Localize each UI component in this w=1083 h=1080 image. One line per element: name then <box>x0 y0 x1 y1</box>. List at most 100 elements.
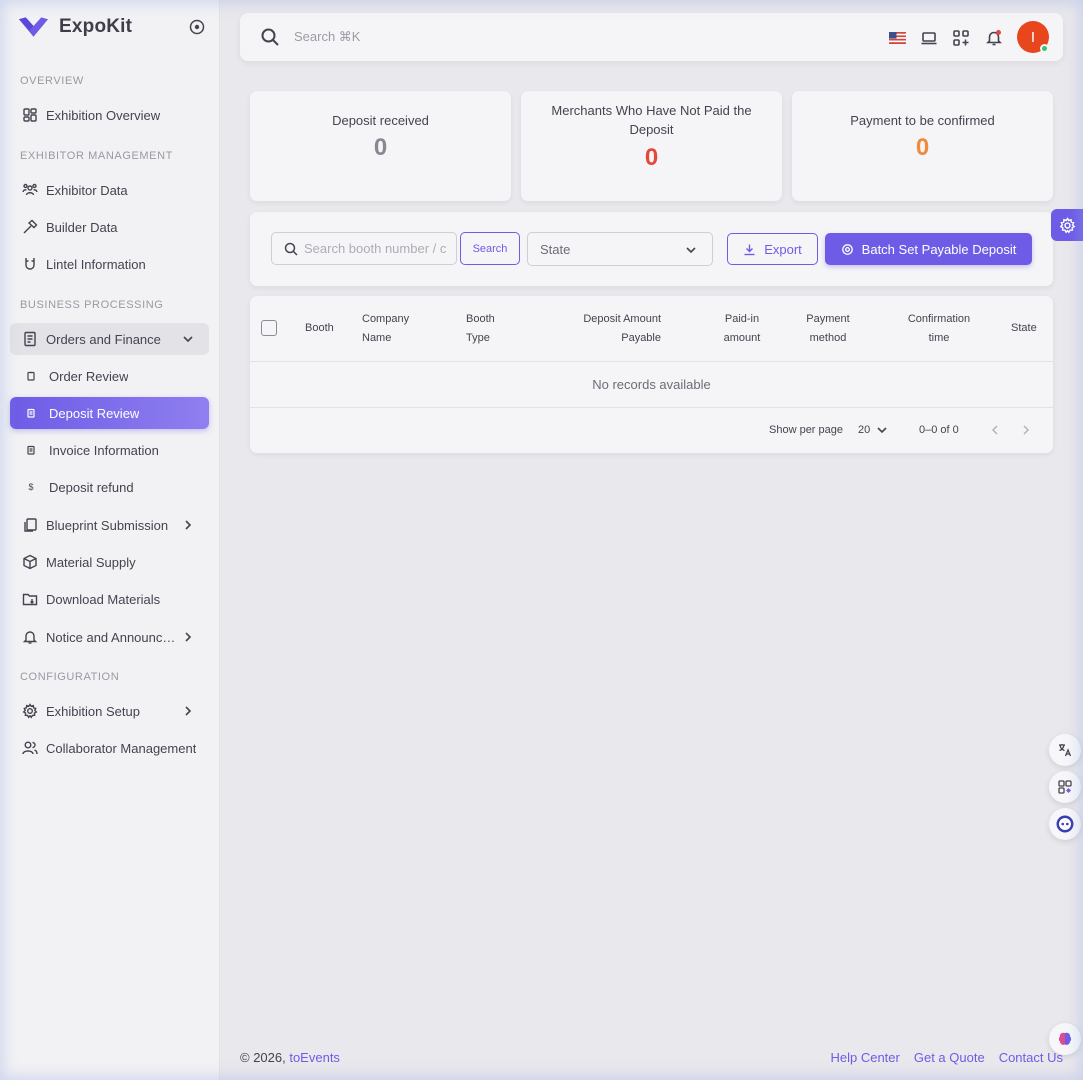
contact-us-link[interactable]: Contact Us <box>999 1050 1063 1065</box>
sidebar-item-label: Download Materials <box>46 591 161 607</box>
laptop-theme-icon[interactable] <box>920 29 938 47</box>
header-line: Paid-in <box>724 313 760 325</box>
brain-icon <box>1058 1032 1072 1045</box>
chevron-right-icon[interactable] <box>1018 422 1034 438</box>
rows-per-page-label: Show per page <box>769 424 843 436</box>
translate-button[interactable] <box>1049 734 1081 766</box>
search-button[interactable]: Search <box>460 232 520 265</box>
package-icon <box>22 554 38 570</box>
footer-links: Help Center Get a Quote Contact Us <box>830 1050 1063 1065</box>
sidebar-item-collaborator-management[interactable]: Collaborator Management <box>10 732 209 764</box>
batch-set-deposit-label: Batch Set Payable Deposit <box>861 241 1017 257</box>
booth-search-field[interactable] <box>271 232 457 265</box>
state-select[interactable]: State <box>527 232 713 266</box>
dashboard-icon <box>22 107 38 123</box>
section-label-business-processing: BUSINESS PROCESSING <box>20 299 164 311</box>
section-label-overview: OVERVIEW <box>20 75 84 87</box>
column-header-confirmation-time[interactable]: Confirmation time <box>898 310 980 348</box>
stat-value: 0 <box>373 134 388 161</box>
chevron-right-icon <box>185 520 192 530</box>
column-header-payment-method[interactable]: Payment method <box>798 310 858 348</box>
chevron-left-icon[interactable] <box>987 422 1003 438</box>
company-link[interactable]: toEvents <box>289 1050 340 1065</box>
brand-logo-icon <box>18 17 49 37</box>
chevron-right-icon <box>185 706 192 716</box>
sidebar-item-label: Deposit refund <box>49 479 134 495</box>
select-all-checkbox[interactable] <box>261 320 277 336</box>
header-line: Payment <box>806 313 850 325</box>
stat-card-payment-to-confirm: Payment to be confirmed 0 <box>792 91 1053 201</box>
header-line: Deposit Amount <box>583 313 661 325</box>
search-icon[interactable] <box>260 27 280 47</box>
gear-icon <box>22 703 38 719</box>
sidebar-item-material-supply[interactable]: Material Supply <box>10 546 209 578</box>
sidebar-item-label: Collaborator Management <box>46 740 197 756</box>
clipboard-icon <box>26 371 36 381</box>
sidebar-item-builder-data[interactable]: Builder Data <box>10 211 209 243</box>
sidebar-item-exhibition-setup[interactable]: Exhibition Setup <box>10 695 209 727</box>
apps-grid-icon[interactable] <box>952 29 970 47</box>
chat-assistant-button[interactable] <box>1049 808 1081 840</box>
sidebar-item-deposit-review[interactable]: Deposit Review <box>10 397 209 429</box>
column-header-booth-type[interactable]: Booth Type <box>466 310 495 348</box>
help-center-link[interactable]: Help Center <box>830 1050 899 1065</box>
column-header-state[interactable]: State <box>1011 319 1037 338</box>
section-label-exhibitor-management: EXHIBITOR MANAGEMENT <box>20 150 173 162</box>
header-line: Booth <box>466 313 495 325</box>
sidebar-item-label: Material Supply <box>46 554 136 570</box>
widgets-button[interactable] <box>1049 771 1081 803</box>
booth-search-input[interactable] <box>304 241 446 256</box>
column-header-booth[interactable]: Booth <box>305 319 334 338</box>
header-line: Confirmation <box>907 313 971 325</box>
stat-title: Payment to be confirmed <box>850 113 995 128</box>
chevron-down-icon <box>686 247 696 254</box>
column-header-paid-in-amount[interactable]: Paid-in amount <box>715 310 769 348</box>
chatbot-icon <box>1056 815 1074 833</box>
export-label: Export <box>764 241 802 257</box>
batch-set-deposit-button[interactable]: Batch Set Payable Deposit <box>825 233 1032 265</box>
deposit-table: Booth Company Name Booth Type Deposit Am… <box>250 296 1053 453</box>
brand-name: ExpoKit <box>59 16 133 37</box>
sidebar-item-notice-announcement[interactable]: Notice and Announcement <box>10 621 209 653</box>
rows-per-page-select[interactable]: 20 <box>858 424 870 436</box>
sidebar-item-exhibitor-data[interactable]: Exhibitor Data <box>10 174 209 206</box>
sidebar-item-exhibition-overview[interactable]: Exhibition Overview <box>10 99 209 131</box>
empty-state-message: No records available <box>250 362 1053 408</box>
invoice-icon <box>26 445 36 455</box>
header-line: amount <box>723 332 761 344</box>
stat-card-deposit-received: Deposit received 0 <box>250 91 511 201</box>
notification-bell-icon[interactable] <box>985 29 1003 47</box>
sidebar-item-invoice-information[interactable]: Invoice Information <box>10 434 209 466</box>
bell-icon <box>22 629 38 645</box>
chevron-down-icon[interactable] <box>875 423 889 437</box>
stat-value: 0 <box>915 134 930 161</box>
chevron-down-icon <box>183 336 193 343</box>
sidebar-item-blueprint-submission[interactable]: Blueprint Submission <box>10 509 209 541</box>
dollar-icon: $ <box>28 482 34 492</box>
column-header-deposit-payable[interactable]: Deposit Amount Payable <box>560 310 661 348</box>
header-line: time <box>928 332 950 344</box>
sidebar-item-deposit-refund[interactable]: $ Deposit refund <box>10 471 209 503</box>
sidebar-item-order-review[interactable]: Order Review <box>10 360 209 392</box>
sidebar-item-label: Exhibitor Data <box>46 182 128 198</box>
sidebar-item-lintel-information[interactable]: Lintel Information <box>10 248 209 280</box>
global-search-input[interactable]: Search ⌘K <box>294 29 360 45</box>
sidebar-item-download-materials[interactable]: Download Materials <box>10 583 209 615</box>
pagination-range: 0–0 of 0 <box>919 424 959 436</box>
get-a-quote-link[interactable]: Get a Quote <box>914 1050 985 1065</box>
search-icon <box>284 242 298 256</box>
hammer-icon <box>22 219 38 235</box>
customizer-gear-button[interactable] <box>1051 209 1083 241</box>
header-line: Company <box>362 313 410 325</box>
sidebar-collapse-icon[interactable] <box>189 19 205 35</box>
sidebar-item-label: Exhibition Setup <box>46 703 140 719</box>
export-button[interactable]: Export <box>727 233 818 265</box>
brand[interactable]: ExpoKit <box>18 14 132 40</box>
stat-card-unpaid-merchants: Merchants Who Have Not Paid the Deposit … <box>521 91 782 201</box>
receipt-icon <box>22 331 38 347</box>
document-icon <box>26 408 36 418</box>
column-header-company-name[interactable]: Company Name <box>362 310 409 348</box>
sidebar-item-orders-and-finance[interactable]: Orders and Finance <box>10 323 209 355</box>
stat-value: 0 <box>644 144 659 171</box>
us-flag-icon[interactable] <box>888 29 906 47</box>
